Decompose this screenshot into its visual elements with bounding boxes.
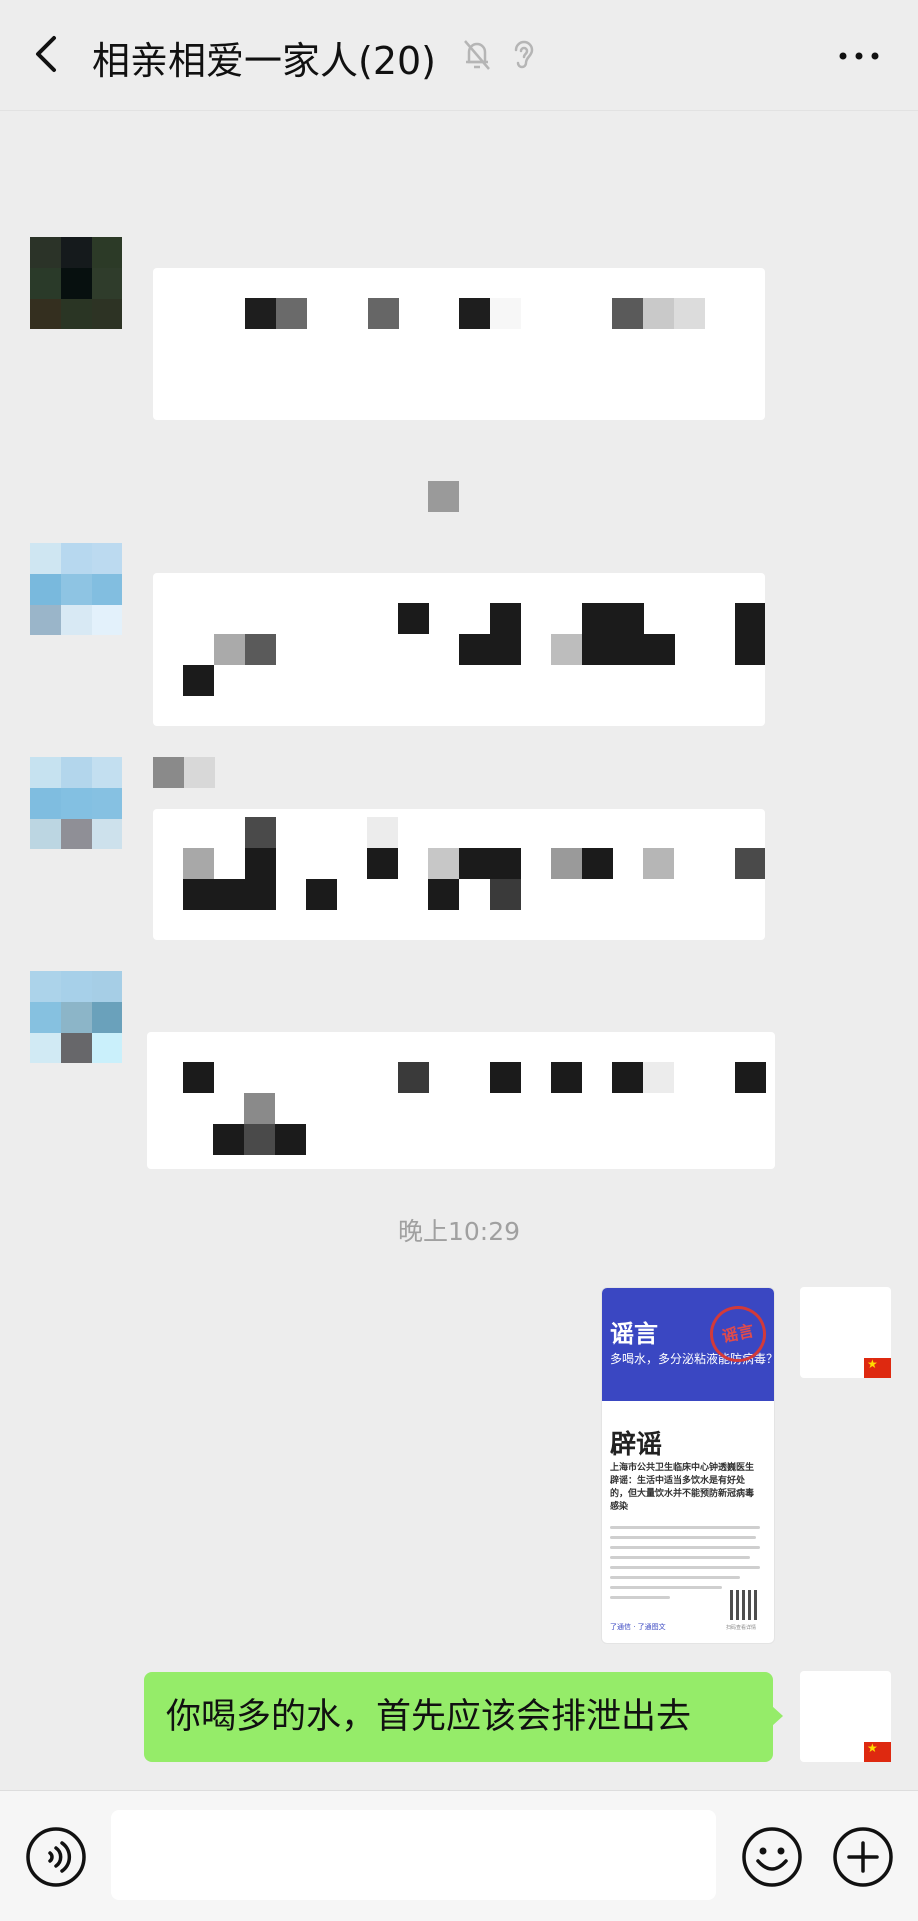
message-bubble[interactable] <box>153 573 765 726</box>
text-line <box>610 1546 760 1549</box>
text-line <box>610 1526 760 1529</box>
sender-name <box>153 757 184 788</box>
bell-off-icon <box>464 40 490 70</box>
message-bubble[interactable] <box>153 268 765 420</box>
chat-title: 相亲相爱一家人(20) <box>92 39 437 83</box>
text-line <box>610 1586 722 1589</box>
self-avatar[interactable]: ★ <box>800 1287 891 1378</box>
more-dots-icon[interactable] <box>836 38 882 72</box>
sent-message-bubble[interactable]: 你喝多的水，首先应该会排泄出去 <box>144 1672 783 1762</box>
avatar[interactable] <box>30 757 122 849</box>
card-footer: 了通信 · 了通图文 <box>610 1623 666 1631</box>
ear-icon <box>514 40 534 69</box>
message-bubble[interactable] <box>153 809 765 940</box>
stamp-text: 谣言 <box>720 1320 756 1347</box>
text-line <box>610 1566 760 1569</box>
avatar[interactable] <box>30 237 122 329</box>
self-avatar[interactable]: ★ <box>800 1671 891 1762</box>
voice-icon[interactable] <box>24 1825 88 1889</box>
avatar[interactable] <box>30 543 122 635</box>
message-bubble[interactable] <box>147 1032 775 1169</box>
text-line <box>610 1536 756 1539</box>
text-line <box>610 1596 670 1599</box>
card-body: 上海市公共卫生临床中心钟透巍医生辟谣：生活中适当多饮水是有好处的，但大量饮水并不… <box>610 1463 755 1512</box>
sent-message-text: 你喝多的水，首先应该会排泄出去 <box>166 1697 692 1737</box>
plus-icon[interactable] <box>831 1825 895 1889</box>
input-bar <box>0 1790 918 1921</box>
shared-image[interactable]: 谣言 多喝水，多分泌粘液能防病毒？ 谣言 辟谣 上海市公共卫生临床中心钟透巍医生… <box>601 1287 775 1644</box>
qr-code <box>730 1590 760 1620</box>
china-flag-icon: ★ <box>864 1358 891 1378</box>
card-banner: 谣言 多喝水，多分泌粘液能防病毒？ 谣言 <box>602 1288 774 1401</box>
system-note <box>428 481 459 512</box>
emoji-icon[interactable] <box>740 1825 804 1889</box>
card-tag: 谣言 <box>610 1320 658 1348</box>
chat-header: 相亲相爱一家人(20) <box>0 0 918 111</box>
qr-caption: 扫码查看详情 <box>726 1625 757 1631</box>
avatar[interactable] <box>30 971 122 1063</box>
china-flag-icon: ★ <box>864 1742 891 1762</box>
timestamp: 晚上10:29 <box>397 1217 521 1246</box>
text-line <box>610 1576 740 1579</box>
card-heading: 辟谣 <box>610 1430 663 1460</box>
message-input[interactable] <box>111 1810 716 1900</box>
text-line <box>610 1556 750 1559</box>
chevron-left-icon[interactable] <box>28 32 68 76</box>
sender-name-part <box>184 757 215 788</box>
